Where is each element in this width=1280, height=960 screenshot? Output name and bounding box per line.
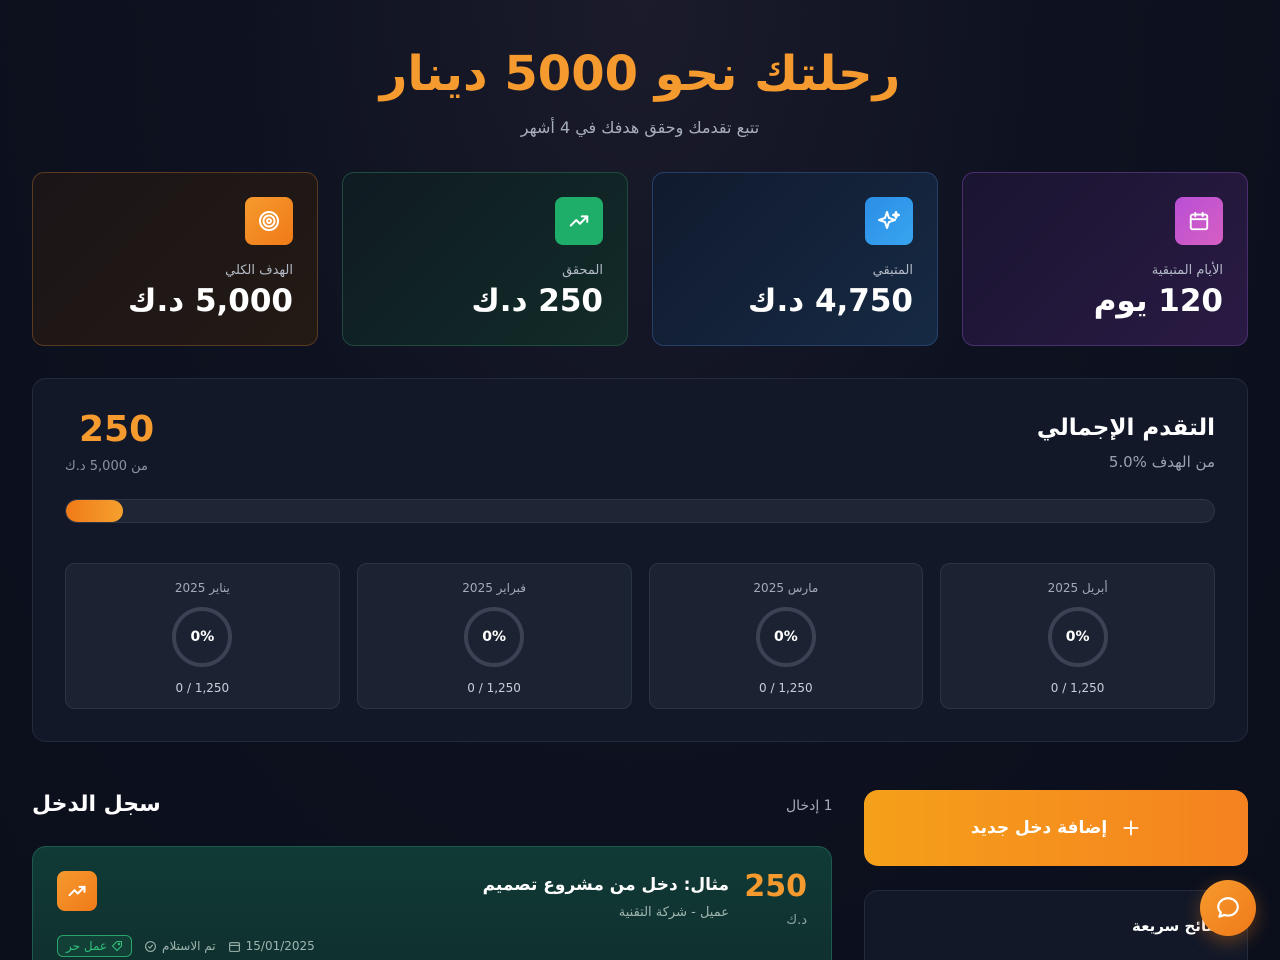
calendar-icon [228,941,240,952]
income-entry-card[interactable]: 250 د.ك مثال: دخل من مشروع تصميم عميل - … [32,846,832,960]
entry-source: عميل - شركة التقنية [618,905,729,920]
sparkles-icon [865,197,913,245]
month-card: أبريل 2025 0% 0 / 1,250 [940,563,1215,709]
trending-up-icon [555,197,603,245]
stat-label: المحقق [562,263,603,278]
page-title: رحلتك نحو 5000 دينار [379,46,901,102]
quick-tips-card: نصائح سريعة [864,890,1248,960]
stat-label: الأيام المتبقية [1151,263,1223,278]
entry-tag-label: عمل حر [66,939,108,953]
calendar-icon [1175,197,1223,245]
trending-up-icon [57,871,97,911]
hero: رحلتك نحو 5000 دينار تتبع تقدمك وحقق هدف… [0,0,1280,137]
stat-card-days-left: الأيام المتبقية 120 يوم [962,172,1248,346]
month-progress-ring: 0% [464,607,525,667]
stat-value: 5,000 د.ك [128,283,293,319]
page-subtitle: تتبع تقدمك وحقق هدفك في 4 أشهر [520,118,760,137]
month-progress-ring: 0% [755,607,816,667]
check-circle-icon [145,940,156,952]
month-card: مارس 2025 0% 0 / 1,250 [648,563,924,709]
stat-card-remaining: المتبقي 4,750 د.ك [652,172,938,346]
entry-title: مثال: دخل من مشروع تصميم [482,875,729,895]
month-value: 0 / 1,250 [1050,681,1105,695]
income-log-title: سجل الدخل [32,792,161,817]
progress-amount: 250 [79,409,155,450]
month-name: يناير 2025 [174,581,230,595]
entry-amount: 250 [744,869,807,904]
stat-card-total-goal: الهدف الكلي 5,000 د.ك [32,172,318,346]
month-name: مارس 2025 [753,581,819,595]
stat-value: 120 يوم [1093,283,1223,319]
month-name: أبريل 2025 [1047,581,1108,595]
monthly-breakdown: أبريل 2025 0% 0 / 1,250 مارس 2025 0% 0 /… [65,563,1215,709]
month-progress-ring: 0% [172,607,233,667]
entry-date: 15/01/2025 [228,939,315,953]
entry-date-label: 15/01/2025 [245,939,315,953]
month-progress-ring: 0% [1047,607,1108,667]
month-value: 0 / 1,250 [759,681,813,695]
entry-currency: د.ك [786,913,807,928]
stat-value: 4,750 د.ك [748,283,913,319]
progress-bar-fill [66,500,124,522]
add-income-button[interactable]: إضافة دخل جديد [864,790,1248,866]
add-income-label: إضافة دخل جديد [970,818,1108,838]
chat-bubble-icon [1217,897,1239,918]
entry-meta: عمل حر تم الاستلام 15/01/2025 [57,935,315,957]
stat-label: الهدف الكلي [225,263,293,278]
month-card: يناير 2025 0% 0 / 1,250 [65,563,340,709]
month-value: 0 / 1,250 [175,681,230,695]
target-icon [245,197,293,245]
tag-icon [111,941,123,952]
entry-status: تم الاستلام [144,939,216,953]
month-name: فبراير 2025 [462,581,526,595]
entry-tag: عمل حر [57,935,133,957]
stat-label: المتبقي [872,263,913,278]
stat-card-achieved: المحقق 250 د.ك [342,172,628,346]
progress-of-total: من 5,000 د.ك [65,459,148,474]
progress-title: التقدم الإجمالي [1036,415,1215,441]
plus-icon [1123,820,1139,836]
month-value: 0 / 1,250 [467,681,521,695]
entry-status-label: تم الاستلام [162,939,216,953]
overall-progress-card: التقدم الإجمالي 5.0% من الهدف 250 من 5,0… [32,378,1248,742]
progress-subtitle: 5.0% من الهدف [1108,453,1215,471]
stat-value: 250 د.ك [471,283,603,319]
income-log-count: 1 إدخال [786,798,833,814]
stats-row: الأيام المتبقية 120 يوم المتبقي 4,750 د.… [32,172,1248,346]
chat-button[interactable] [1200,880,1256,936]
progress-bar [65,499,1215,523]
month-card: فبراير 2025 0% 0 / 1,250 [356,563,632,709]
